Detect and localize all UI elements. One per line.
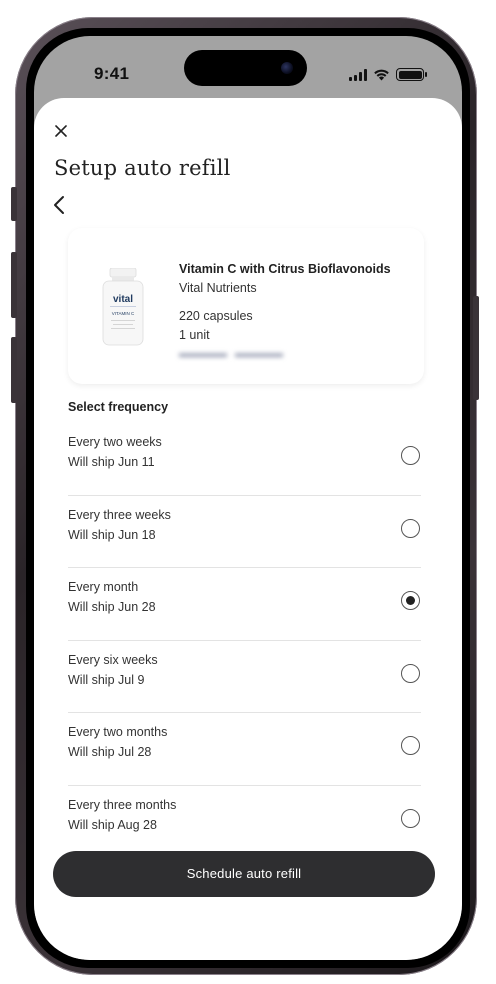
option-ship-date: Will ship Aug 28 [68, 817, 157, 832]
bottle-brand: vital [113, 294, 133, 305]
product-name: Vitamin C with Citrus Bioflavonoids [179, 262, 391, 276]
radio-button[interactable] [401, 808, 420, 828]
phone-screen: 9:41 Setup auto refill vital VITAMIN C V… [26, 28, 470, 968]
frequency-heading: Select frequency [68, 400, 169, 414]
product-bottle-image: vital VITAMIN C [102, 268, 144, 346]
frequency-option[interactable]: Every month Will ship Jun 28 [68, 568, 421, 641]
option-ship-date: Will ship Jul 9 [68, 672, 145, 687]
close-icon [55, 125, 67, 137]
radio-button[interactable] [401, 663, 420, 683]
frequency-options: Every two weeks Will ship Jun 11 Every t… [68, 423, 421, 859]
volume-down-button [11, 337, 17, 403]
dynamic-island [184, 50, 307, 86]
frequency-option[interactable]: Every three months Will ship Aug 28 [68, 786, 421, 859]
back-button[interactable] [52, 194, 74, 220]
option-ship-date: Will ship Jun 18 [68, 527, 156, 542]
camera-icon [281, 62, 293, 74]
wifi-icon [374, 69, 389, 81]
option-ship-date: Will ship Jul 28 [68, 745, 152, 760]
bottle-label: VITAMIN C [112, 311, 135, 316]
volume-up-button [11, 252, 17, 318]
radio-button[interactable] [401, 446, 420, 465]
page-title: Setup auto refill [54, 156, 231, 180]
option-ship-date: Will ship Jun 28 [68, 600, 156, 615]
chevron-left-icon [54, 196, 64, 214]
auto-refill-sheet: Setup auto refill vital VITAMIN C Vitami… [34, 98, 462, 960]
frequency-option[interactable]: Every two weeks Will ship Jun 11 [68, 423, 421, 496]
action-button [11, 187, 17, 221]
status-time: 9:41 [94, 64, 130, 83]
radio-button[interactable] [401, 518, 420, 538]
radio-button[interactable] [401, 736, 420, 756]
signal-icon [349, 68, 367, 81]
option-label: Every six weeks [68, 652, 158, 667]
product-price-blurred: ▬▬▬▬ ▬▬▬▬ [179, 346, 283, 360]
close-button[interactable] [50, 120, 72, 142]
power-button [473, 296, 479, 400]
option-label: Every three weeks [68, 507, 171, 522]
option-ship-date: Will ship Jun 11 [68, 455, 155, 469]
status-icons [349, 68, 427, 81]
schedule-auto-refill-button[interactable]: Schedule auto refill [53, 851, 435, 897]
frequency-option[interactable]: Every two months Will ship Jul 28 [68, 713, 421, 786]
product-units: 1 unit [179, 328, 210, 342]
product-card: vital VITAMIN C Vitamin C with Citrus Bi… [68, 228, 424, 384]
option-label: Every two weeks [68, 435, 162, 449]
option-label: Every month [68, 580, 139, 595]
screen-background: 9:41 Setup auto refill vital VITAMIN C V… [34, 36, 462, 960]
product-quantity: 220 capsules [179, 309, 253, 323]
option-label: Every two months [68, 725, 168, 740]
battery-icon [396, 68, 427, 81]
frequency-option[interactable]: Every three weeks Will ship Jun 18 [68, 496, 421, 569]
option-label: Every three months [68, 797, 177, 812]
product-brand: Vital Nutrients [179, 281, 257, 295]
frequency-option[interactable]: Every six weeks Will ship Jul 9 [68, 641, 421, 714]
radio-button-selected[interactable] [401, 591, 420, 611]
